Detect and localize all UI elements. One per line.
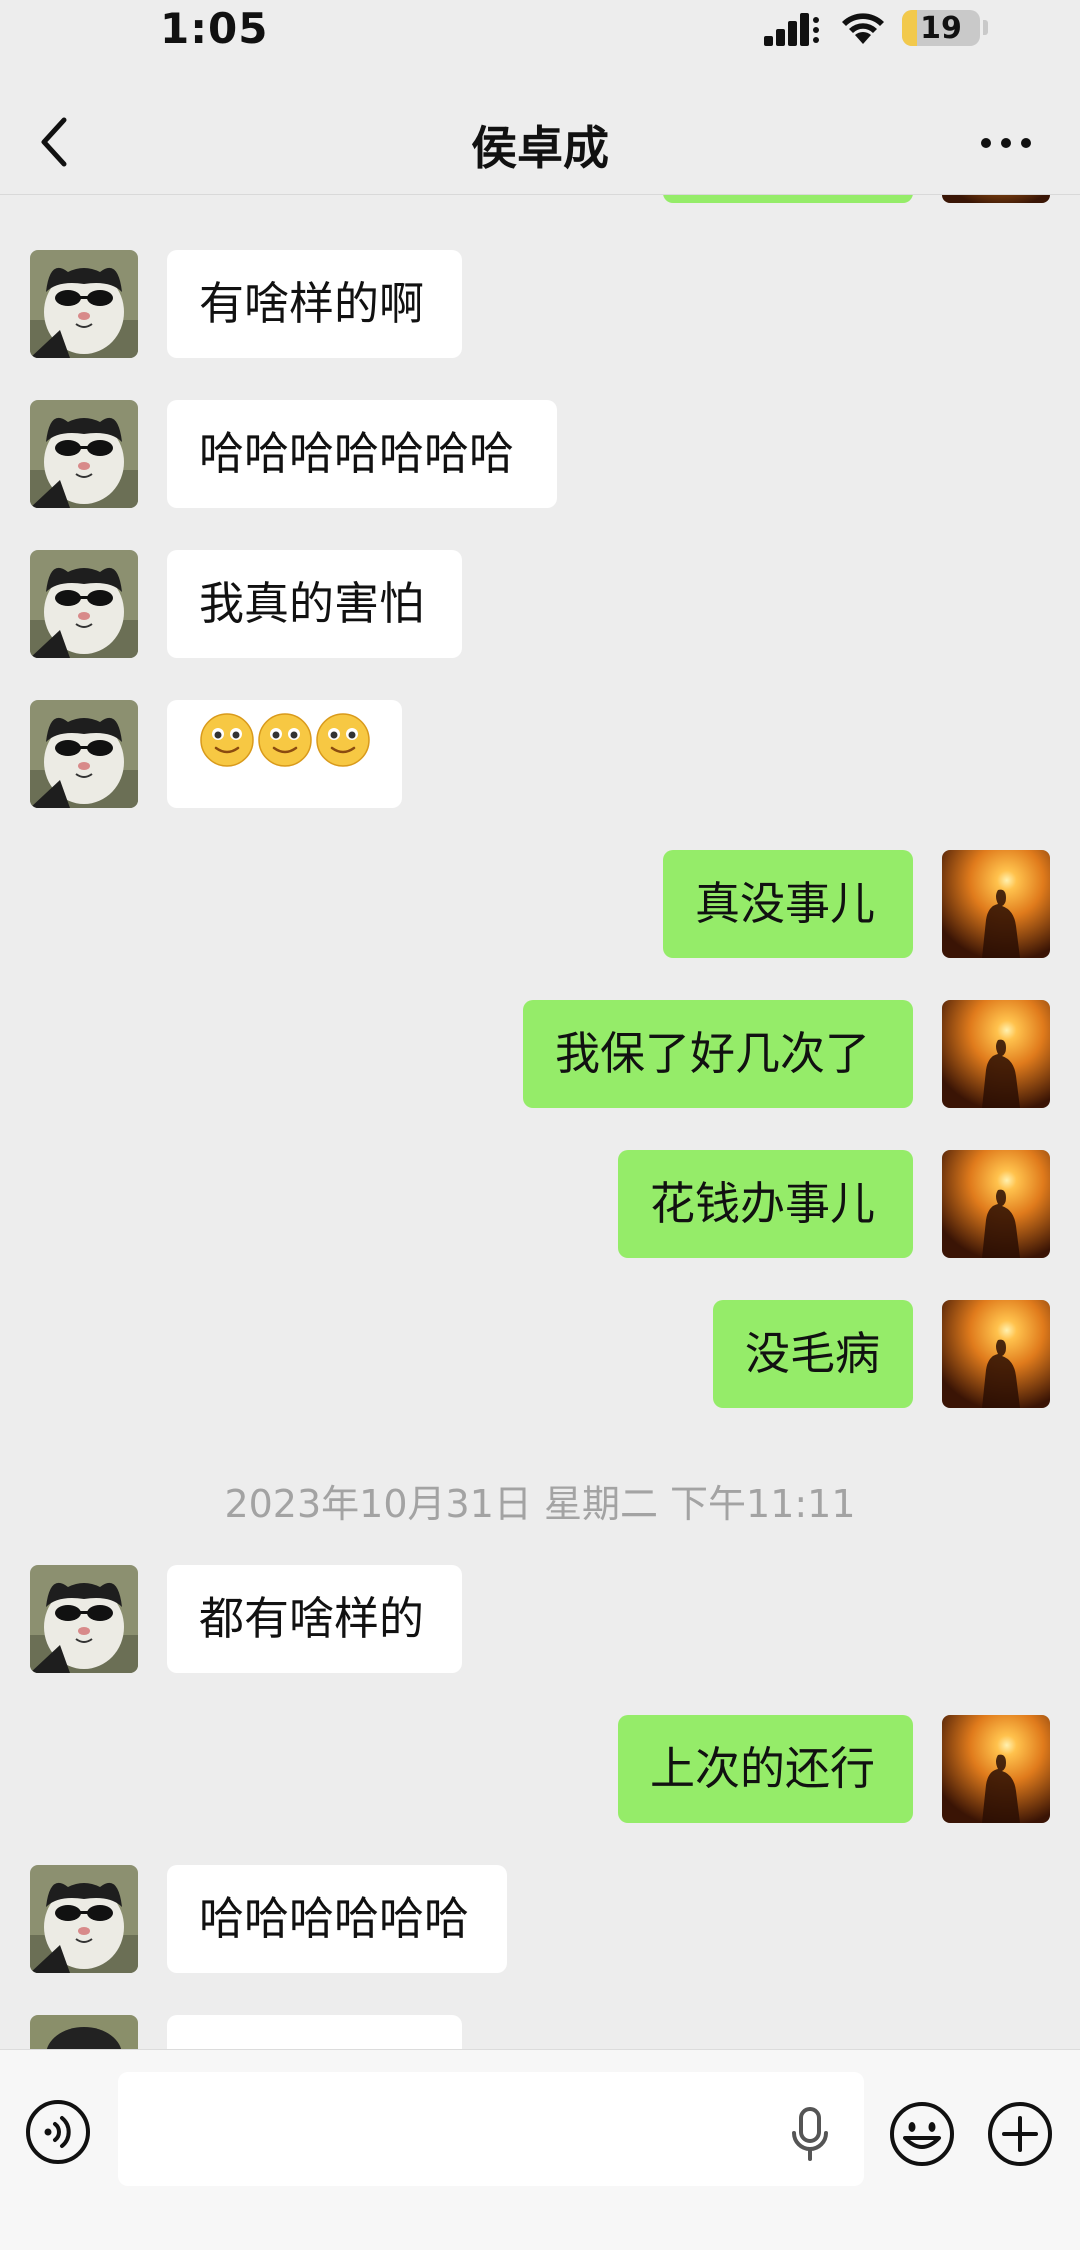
received-message-bubble[interactable]: 都有啥样的 — [167, 1565, 462, 1673]
chat-message: 上次的还行 — [0, 1715, 1080, 1825]
received-bubble-partial — [167, 2015, 462, 2049]
sent-message-bubble[interactable]: 花钱办事儿 — [618, 1150, 913, 1258]
smile-emoji-icon — [257, 699, 313, 807]
my-avatar[interactable] — [942, 1715, 1050, 1823]
sent-message-bubble[interactable]: 没毛病 — [713, 1300, 913, 1408]
plus-circle-icon[interactable] — [986, 2100, 1054, 2168]
chat-message-list[interactable]: 有啥样的啊 哈哈哈哈哈哈哈 我真的害怕 真没事儿 我保了好几次了 花钱办事儿 没… — [0, 195, 1080, 2049]
my-avatar[interactable] — [942, 1150, 1050, 1258]
contact-avatar[interactable] — [30, 250, 138, 358]
emoji-face-icon[interactable] — [888, 2100, 956, 2168]
sent-message-bubble[interactable]: 上次的还行 — [618, 1715, 913, 1823]
chat-message: 都有啥样的 — [0, 1565, 1080, 1675]
smile-emoji-icon — [199, 699, 255, 807]
smile-emoji-icon — [315, 699, 371, 807]
my-avatar[interactable] — [942, 195, 1050, 203]
voice-toggle-icon[interactable] — [24, 2098, 92, 2166]
my-avatar[interactable] — [942, 850, 1050, 958]
chat-message — [0, 700, 1080, 810]
received-message-bubble[interactable] — [167, 700, 402, 808]
chat-message: 有啥样的啊 — [0, 250, 1080, 360]
my-avatar[interactable] — [942, 1300, 1050, 1408]
contact-avatar[interactable] — [30, 1565, 138, 1673]
chat-message: 哈哈哈哈哈哈 — [0, 1865, 1080, 1975]
contact-avatar[interactable] — [30, 400, 138, 508]
contact-avatar[interactable] — [30, 700, 138, 808]
battery-level: 19 — [920, 11, 962, 46]
chat-header: 侯卓成 — [0, 62, 1080, 195]
chat-message: 我真的害怕 — [0, 550, 1080, 660]
status-bar: 1:05 19 — [0, 0, 1080, 62]
sent-message-bubble[interactable]: 真没事儿 — [663, 850, 913, 958]
received-message-bubble[interactable]: 哈哈哈哈哈哈 — [167, 1865, 507, 1973]
microphone-icon[interactable] — [788, 2106, 832, 2162]
contact-avatar[interactable] — [30, 550, 138, 658]
contact-avatar[interactable] — [30, 1865, 138, 1973]
contact-avatar[interactable] — [30, 2015, 138, 2049]
status-time: 1:05 — [160, 4, 269, 53]
more-dots-icon[interactable] — [976, 128, 1036, 158]
sent-message-bubble[interactable]: 我保了好几次了 — [523, 1000, 913, 1108]
received-message-bubble[interactable]: 哈哈哈哈哈哈哈 — [167, 400, 557, 508]
chat-input-bar — [0, 2049, 1080, 2250]
chat-message-partial — [0, 2015, 1080, 2049]
message-timestamp: 2023年10月31日 星期二 下午11:11 — [224, 1482, 856, 1526]
chat-message: 没毛病 — [0, 1300, 1080, 1410]
chat-message-partial — [0, 195, 1080, 205]
chat-title: 侯卓成 — [471, 121, 609, 175]
received-message-bubble[interactable]: 有啥样的啊 — [167, 250, 462, 358]
battery-cap — [983, 20, 988, 35]
sent-bubble-partial — [663, 195, 913, 203]
cellular-signal-icon — [764, 13, 819, 46]
chat-message: 我保了好几次了 — [0, 1000, 1080, 1110]
my-avatar[interactable] — [942, 1000, 1050, 1108]
chat-message: 真没事儿 — [0, 850, 1080, 960]
wifi-icon — [842, 13, 884, 44]
battery-indicator: 19 — [902, 10, 980, 46]
received-message-bubble[interactable]: 我真的害怕 — [167, 550, 462, 658]
message-input[interactable] — [118, 2072, 864, 2186]
chat-message: 花钱办事儿 — [0, 1150, 1080, 1260]
chat-message: 哈哈哈哈哈哈哈 — [0, 400, 1080, 510]
